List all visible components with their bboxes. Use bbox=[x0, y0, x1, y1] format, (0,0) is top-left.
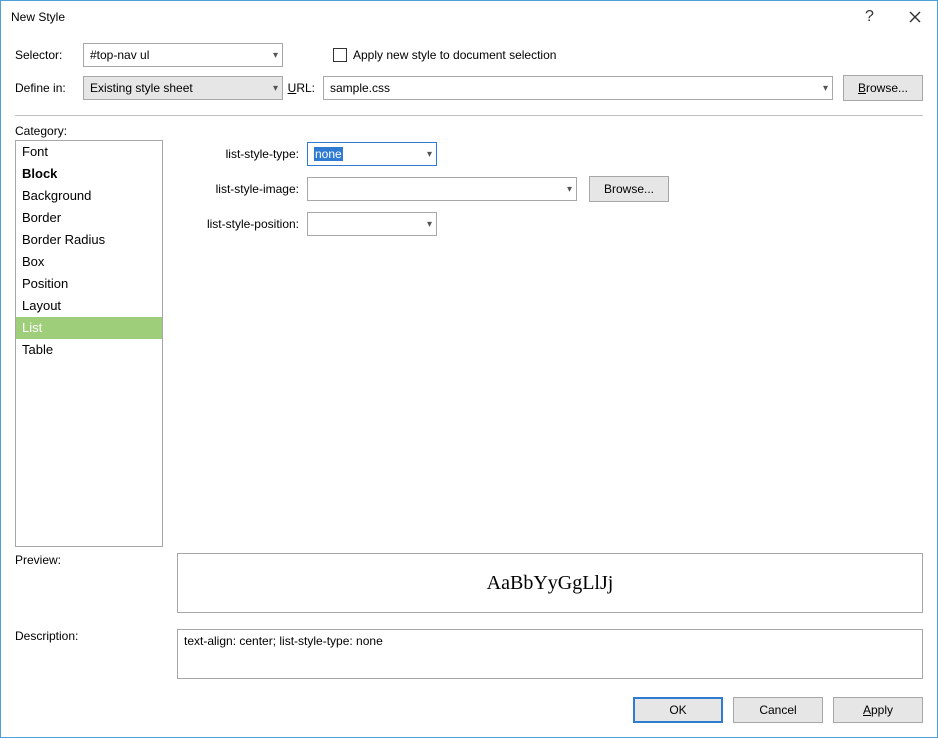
category-item[interactable]: Font bbox=[16, 141, 162, 163]
browse-url-button[interactable]: Browse... bbox=[843, 75, 923, 101]
description-text: text-align: center; list-style-type: non… bbox=[184, 634, 383, 648]
browse-image-button[interactable]: Browse... bbox=[589, 176, 669, 202]
chevron-down-icon: ▾ bbox=[273, 50, 278, 61]
category-item[interactable]: Layout bbox=[16, 295, 162, 317]
category-item[interactable]: Border Radius bbox=[16, 229, 162, 251]
url-label: URL: bbox=[283, 81, 323, 95]
new-style-dialog: New Style ? Selector: #top-nav ul ▾ Appl… bbox=[0, 0, 938, 738]
category-listbox[interactable]: FontBlockBackgroundBorderBorder RadiusBo… bbox=[15, 140, 163, 547]
list-style-type-combo[interactable]: none ▾ bbox=[307, 142, 437, 166]
define-in-label: Define in: bbox=[15, 81, 83, 95]
category-item[interactable]: Box bbox=[16, 251, 162, 273]
url-combo[interactable]: sample.css ▾ bbox=[323, 76, 833, 100]
cancel-button[interactable]: Cancel bbox=[733, 697, 823, 723]
list-style-position-combo[interactable]: ▾ bbox=[307, 212, 437, 236]
dialog-footer: OK Cancel Apply bbox=[1, 685, 937, 737]
preview-box: AaBbYyGgLlJj bbox=[177, 553, 923, 613]
window-title: New Style bbox=[11, 10, 847, 24]
chevron-down-icon: ▾ bbox=[427, 149, 432, 160]
selector-value: #top-nav ul bbox=[90, 48, 149, 62]
description-box: text-align: center; list-style-type: non… bbox=[177, 629, 923, 679]
titlebar: New Style ? bbox=[1, 1, 937, 33]
apply-selection-label: Apply new style to document selection bbox=[353, 48, 556, 62]
category-item[interactable]: Border bbox=[16, 207, 162, 229]
define-in-combo[interactable]: Existing style sheet ▾ bbox=[83, 76, 283, 100]
apply-button[interactable]: Apply bbox=[833, 697, 923, 723]
chevron-down-icon: ▾ bbox=[273, 83, 278, 94]
category-item[interactable]: Block bbox=[16, 163, 162, 185]
list-style-type-value: none bbox=[314, 147, 343, 161]
description-label: Description: bbox=[15, 629, 163, 679]
category-label: Category: bbox=[15, 124, 163, 138]
list-style-image-combo[interactable]: ▾ bbox=[307, 177, 577, 201]
category-item[interactable]: Table bbox=[16, 339, 162, 361]
list-style-position-label: list-style-position: bbox=[177, 217, 307, 231]
apply-selection-checkbox[interactable] bbox=[333, 48, 347, 62]
category-item[interactable]: List bbox=[16, 317, 162, 339]
chevron-down-icon: ▾ bbox=[567, 184, 572, 195]
preview-label: Preview: bbox=[15, 553, 163, 613]
ok-button[interactable]: OK bbox=[633, 697, 723, 723]
help-button[interactable]: ? bbox=[847, 1, 892, 33]
selector-combo[interactable]: #top-nav ul ▾ bbox=[83, 43, 283, 67]
url-value: sample.css bbox=[330, 81, 390, 95]
preview-sample-text: AaBbYyGgLlJj bbox=[487, 572, 614, 595]
chevron-down-icon: ▾ bbox=[427, 219, 432, 230]
list-style-type-label: list-style-type: bbox=[177, 147, 307, 161]
define-in-value: Existing style sheet bbox=[90, 81, 193, 95]
chevron-down-icon: ▾ bbox=[823, 83, 828, 94]
category-item[interactable]: Position bbox=[16, 273, 162, 295]
close-button[interactable] bbox=[892, 1, 937, 33]
list-style-image-label: list-style-image: bbox=[177, 182, 307, 196]
divider bbox=[15, 115, 923, 116]
category-item[interactable]: Background bbox=[16, 185, 162, 207]
selector-label: Selector: bbox=[15, 48, 83, 62]
